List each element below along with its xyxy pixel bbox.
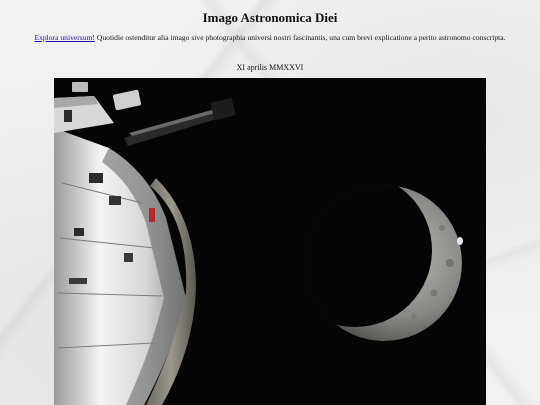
astronomy-picture-graphic <box>54 78 486 405</box>
picture-date: XI aprilis MMXXVI <box>236 63 304 72</box>
earth-glint <box>457 237 463 245</box>
intro-paragraph: Explora universum! Quotidie ostenditur a… <box>0 33 540 42</box>
page-title: Imago Astronomica Diei <box>202 10 338 25</box>
explore-universe-link[interactable]: Explora universum! <box>34 33 95 42</box>
intro-text: Quotidie ostenditur alia imago sive phot… <box>94 33 506 42</box>
astronomy-picture[interactable] <box>54 78 486 405</box>
